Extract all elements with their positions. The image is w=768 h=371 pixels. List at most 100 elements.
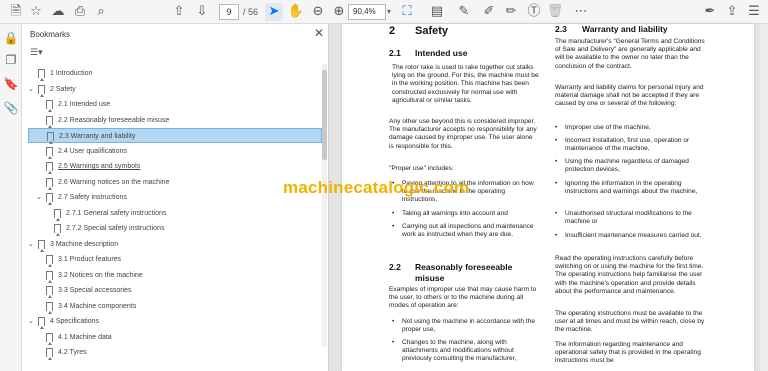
upload-cloud-icon[interactable]: ☁ <box>49 3 67 21</box>
bookmark-label: 2.4 User qualifications <box>58 147 127 155</box>
delete-icon[interactable]: 🗑 <box>546 3 564 21</box>
bookmark-item[interactable]: ⌄ 2.7 Safety instructions <box>28 190 308 205</box>
text-edit-icon[interactable]: Ⓣ <box>525 3 543 21</box>
bookmark-icon <box>47 132 54 144</box>
chevron-down-icon[interactable]: ⌄ <box>28 82 36 97</box>
bookmark-label: 1 Introduction <box>50 70 93 77</box>
list-item: Incorrect installation, first use, opera… <box>555 137 707 153</box>
chevron-down-icon[interactable]: ⌄ <box>36 190 44 205</box>
draw-icon[interactable]: ✏ <box>502 3 520 21</box>
document-scrollbar[interactable] <box>760 24 768 371</box>
bookmark-icon <box>38 317 45 329</box>
bookmark-item[interactable]: 3.3 Special accessories <box>28 283 308 298</box>
bookmark-item[interactable]: 2.5 Warnings and symbols <box>28 159 308 174</box>
bookmark-label: 3.4 Machine components <box>58 302 137 310</box>
sign-icon[interactable]: ✒ <box>701 3 719 21</box>
scroll-mode-icon[interactable]: ▤ <box>428 3 446 21</box>
bookmark-icon <box>46 332 53 345</box>
bookmark-icon <box>46 177 53 190</box>
bookmark-item[interactable]: 4.2 Tyres <box>28 345 308 360</box>
bookmark-label: 2.3 Warranty and liability <box>59 133 136 140</box>
paragraph: Any other use beyond this is considered … <box>389 118 537 150</box>
bookmark-item[interactable]: 2.3 Warranty and liability <box>28 128 322 144</box>
bookmark-item[interactable]: 2.6 Warning notices on the machine <box>28 175 308 190</box>
bookmark-icon <box>46 193 53 205</box>
print-icon[interactable]: ⎙ <box>71 3 89 21</box>
subsection-number: 2.2 <box>389 262 401 272</box>
paragraph: The information regarding maintenance an… <box>555 341 701 365</box>
hand-tool-icon[interactable]: ✋ <box>287 3 305 21</box>
bookmark-item[interactable]: ⌄ 3 Machine description <box>28 237 308 252</box>
bookmark-item[interactable]: ⌄ 4 Specifications <box>28 314 308 329</box>
subsection-number: 2.1 <box>389 48 401 58</box>
share-icon[interactable]: ⇪ <box>723 3 741 21</box>
bookmark-item[interactable]: 3.1 Product features <box>28 252 308 267</box>
select-arrow-icon[interactable]: ➤ <box>265 3 283 21</box>
highlight-icon[interactable]: ✐ <box>480 3 498 21</box>
bookmark-item[interactable]: 4.1 Machine data <box>28 330 308 345</box>
page-number-input[interactable]: 9 <box>219 4 239 20</box>
bookmark-label: 2.7.1 General safety instructions <box>66 209 167 217</box>
watermark-text: machinecatalogic.com <box>283 178 470 197</box>
attachment-icon[interactable]: 📎 <box>3 100 19 116</box>
close-icon[interactable]: ✕ <box>314 26 324 40</box>
paragraph: The manufacturer's "General Terms and Co… <box>555 38 705 70</box>
bookmark-item[interactable]: 2.1 Intended use <box>28 97 308 112</box>
zoom-dropdown-icon[interactable]: ▾ <box>387 4 391 20</box>
bookmark-label: 2.6 Warning notices on the machine <box>58 178 170 186</box>
bookmark-label: 2.1 Intended use <box>58 101 111 108</box>
top-toolbar: 🗎 ☆ ☁ ⎙ ⌕ ⇧ ⇩ 9 / 56 ➤ ✋ ⊖ ⊕ 90,4% ▾ ⛶ ▤… <box>0 0 768 24</box>
list-item: Improper use of the machine, <box>555 124 707 132</box>
bookmark-icon <box>38 69 45 81</box>
bookmark-label: 4.2 Tyres <box>58 349 87 356</box>
section-number: 2 <box>389 25 396 37</box>
subsection-title: Warranty and liability <box>582 24 668 34</box>
bookmark-item[interactable]: 3.2 Notices on the machine <box>28 268 308 283</box>
bookmark-item[interactable]: 2.2 Reasonably foreseeable misuse <box>28 113 308 128</box>
list-item: Insufficient maintenance measures carrie… <box>555 232 707 240</box>
bookmark-icon <box>46 348 53 360</box>
search-icon[interactable]: ⌕ <box>92 3 110 21</box>
zoom-in-icon[interactable]: ⊕ <box>330 3 348 21</box>
lock-icon[interactable]: 🔒 <box>3 30 19 46</box>
bookmark-item[interactable]: ⌄ 2 Safety <box>28 82 308 97</box>
bookmark-label: 2.2 Reasonably foreseeable misuse <box>58 116 170 124</box>
save-icon[interactable]: 🗎 <box>7 3 25 21</box>
copy-icon[interactable]: ❐ <box>3 52 19 68</box>
more-icon[interactable]: ⋯ <box>572 3 590 21</box>
paragraph: Read the operating instructions carefull… <box>555 255 704 295</box>
fit-page-icon[interactable]: ⛶ <box>398 3 416 21</box>
bookmark-label: 2 Safety <box>50 85 76 93</box>
bookmark-label: 4.1 Machine data <box>58 333 112 341</box>
page-down-icon[interactable]: ⇩ <box>193 3 211 21</box>
chevron-down-icon[interactable]: ⌄ <box>28 314 36 329</box>
bookmarks-header: Bookmarks <box>30 30 71 39</box>
bookmark-star-icon[interactable]: ☆ <box>27 3 45 21</box>
left-rail: 🔒 ❐ 🔖 📎 <box>0 24 22 371</box>
paragraph: "Proper use" includes: <box>389 165 454 172</box>
bookmark-panel-icon[interactable]: 🔖 <box>3 76 19 92</box>
subsection-title: Intended use <box>415 48 468 58</box>
bookmark-item[interactable]: 2.7.1 General safety instructions <box>28 206 308 221</box>
page-up-icon[interactable]: ⇧ <box>170 3 188 21</box>
paragraph: Warranty and liability claims for person… <box>555 84 704 108</box>
page-total: / 56 <box>243 7 259 17</box>
comment-icon[interactable]: ✎ <box>455 3 473 21</box>
bookmark-item[interactable]: 1 Introduction <box>28 66 308 81</box>
list-item: Ignoring the information in the operatin… <box>555 180 707 196</box>
bookmark-item[interactable]: 2.7.2 Special safety instructions <box>28 221 308 236</box>
bookmark-icon <box>38 84 45 97</box>
menu-icon[interactable]: ☰ <box>745 3 763 21</box>
bookmark-label: 3.1 Product features <box>58 256 122 263</box>
bookmark-icon <box>46 270 53 283</box>
bookmark-options-icon[interactable]: ☰▾ <box>30 48 52 62</box>
bookmarks-scrollbar-thumb[interactable] <box>322 70 327 160</box>
chevron-down-icon[interactable]: ⌄ <box>28 237 36 252</box>
list-item: Changes to the machine, along with attac… <box>392 339 540 364</box>
paragraph: The rotor rake is used to rake together … <box>392 64 539 104</box>
zoom-out-icon[interactable]: ⊖ <box>309 3 327 21</box>
list-item: Taking all warnings into account and <box>392 210 540 218</box>
zoom-input[interactable]: 90,4% <box>348 4 386 20</box>
bookmark-item[interactable]: 2.4 User qualifications <box>28 144 308 159</box>
bookmark-item[interactable]: 3.4 Machine components <box>28 299 308 314</box>
